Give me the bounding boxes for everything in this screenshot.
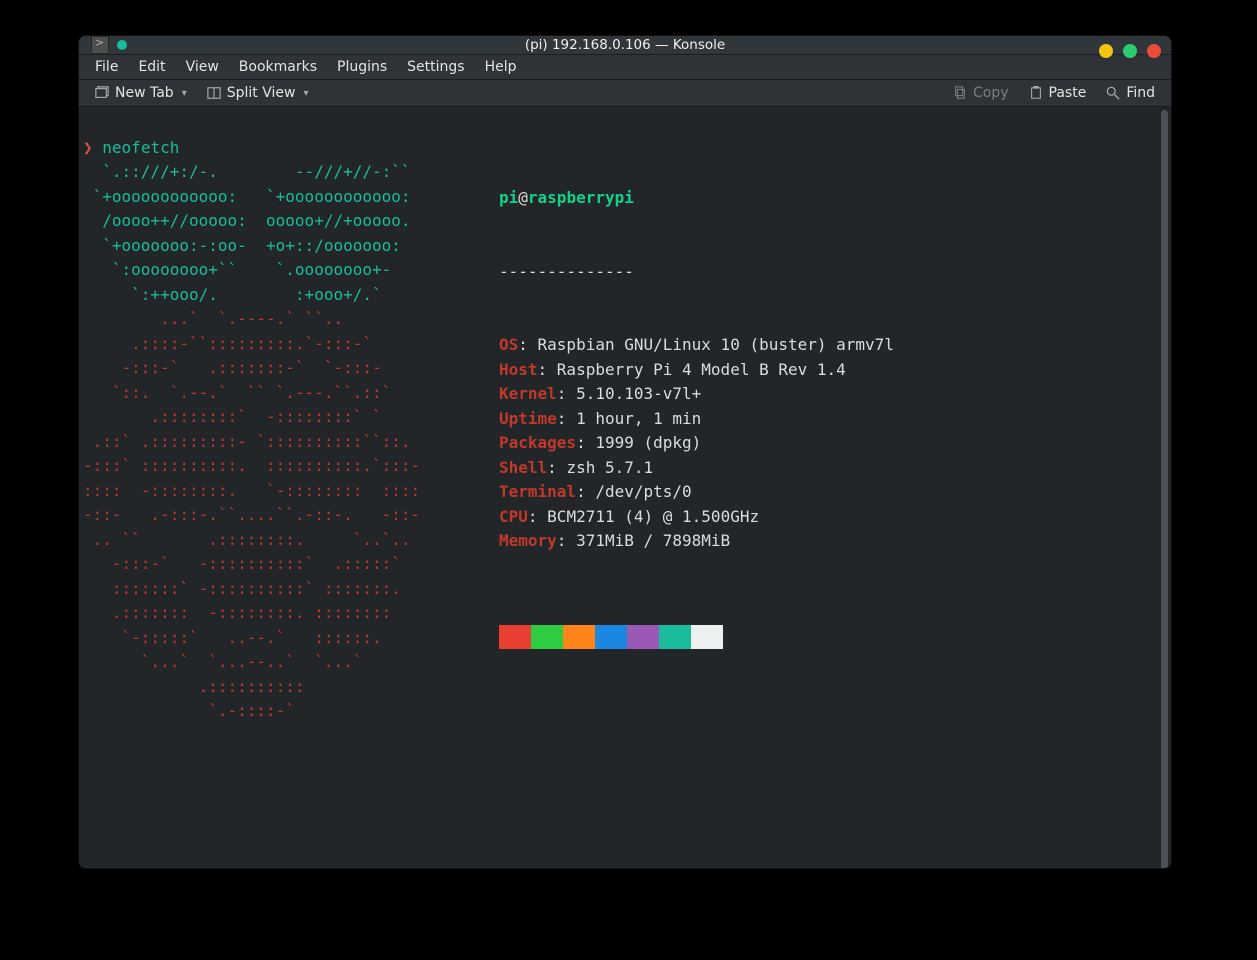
nf-label: Host <box>499 360 538 379</box>
split-view-button[interactable]: Split View ▾ <box>199 80 317 106</box>
palette-swatch <box>627 625 659 649</box>
nf-separator: -------------- <box>499 260 894 285</box>
find-button[interactable]: Find <box>1098 80 1163 106</box>
ascii-art-green: `.::///+:/-. --///+//-:`` `+oooooooooooo… <box>83 162 411 304</box>
minimize-button[interactable] <box>1099 44 1113 58</box>
menu-edit[interactable]: Edit <box>128 55 175 79</box>
palette-swatch <box>563 625 595 649</box>
copy-icon <box>953 86 967 100</box>
terminal-output[interactable]: ❯ neofetch `.::///+:/-. --///+//-:`` `+o… <box>79 107 1157 869</box>
konsole-window: (pi) 192.168.0.106 — Konsole File Edit V… <box>78 35 1172 869</box>
new-tab-button[interactable]: New Tab ▾ <box>87 80 195 106</box>
nf-label: OS <box>499 335 518 354</box>
paste-button[interactable]: Paste <box>1021 80 1095 106</box>
menu-settings[interactable]: Settings <box>397 55 474 79</box>
nf-user: pi <box>499 188 518 207</box>
maximize-button[interactable] <box>1123 44 1137 58</box>
prompt-symbol: ❯ <box>83 138 93 157</box>
nf-label: Terminal <box>499 482 576 501</box>
close-button[interactable] <box>1147 44 1161 58</box>
konsole-app-icon <box>91 36 109 54</box>
nf-color-palette <box>499 625 894 649</box>
titlebar[interactable]: (pi) 192.168.0.106 — Konsole <box>79 36 1171 55</box>
palette-swatch <box>595 625 627 649</box>
palette-swatch <box>659 625 691 649</box>
menu-help[interactable]: Help <box>475 55 527 79</box>
menu-bookmarks[interactable]: Bookmarks <box>229 55 327 79</box>
palette-swatch <box>691 625 723 649</box>
menu-plugins[interactable]: Plugins <box>327 55 397 79</box>
new-tab-icon <box>95 86 109 100</box>
nf-label: Memory <box>499 531 557 550</box>
neofetch-info: pi@raspberrypi -------------- OS: Raspbi… <box>499 137 894 698</box>
chevron-down-icon: ▾ <box>182 88 187 99</box>
session-indicator-icon <box>117 40 127 50</box>
nf-label: Uptime <box>499 409 557 428</box>
menubar: File Edit View Bookmarks Plugins Setting… <box>79 55 1171 80</box>
nf-label: Packages <box>499 433 576 452</box>
scrollbar-thumb[interactable] <box>1161 110 1168 869</box>
split-view-icon <box>207 86 221 100</box>
paste-icon <box>1029 86 1043 100</box>
palette-swatch <box>499 625 531 649</box>
ascii-art-red: ...` `.----.` ``.. .::::-``:::::::::.`-:… <box>83 309 420 720</box>
palette-swatch <box>531 625 563 649</box>
nf-label: Shell <box>499 458 547 477</box>
menu-view[interactable]: View <box>176 55 229 79</box>
nf-label: CPU <box>499 507 528 526</box>
chevron-down-icon: ▾ <box>303 88 308 99</box>
nf-label: Kernel <box>499 384 557 403</box>
window-title: (pi) 192.168.0.106 — Konsole <box>79 37 1171 53</box>
menu-file[interactable]: File <box>85 55 128 79</box>
copy-button[interactable]: Copy <box>945 80 1017 106</box>
toolbar: New Tab ▾ Split View ▾ Copy Paste Find <box>79 80 1171 107</box>
search-icon <box>1106 86 1120 100</box>
command-text: neofetch <box>102 138 179 157</box>
scrollbar[interactable] <box>1157 107 1171 869</box>
nf-host: raspberrypi <box>528 188 634 207</box>
